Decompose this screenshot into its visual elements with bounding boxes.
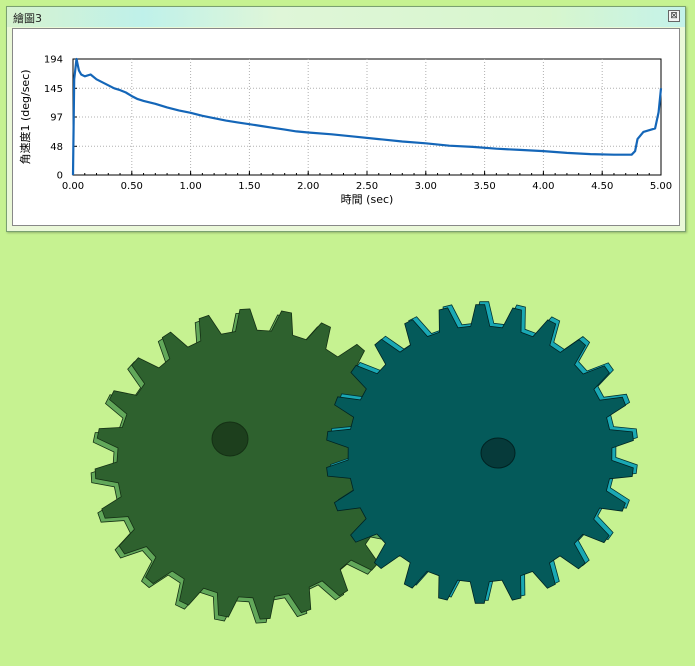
x-tick-label: 1.00 (179, 181, 201, 192)
y-tick-label: 194 (44, 55, 63, 66)
x-tick-label: 3.00 (415, 181, 437, 192)
x-tick-label: 4.50 (591, 181, 613, 192)
x-tick-label: 2.50 (356, 181, 378, 192)
y-axis-label: 角速度1 (deg/sec) (18, 69, 32, 164)
x-axis-label: 時間 (sec) (341, 193, 394, 206)
window-titlebar[interactable]: 繪圖3 ⊠ (7, 7, 685, 27)
x-tick-label: 5.00 (650, 181, 672, 192)
x-tick-label: 4.00 (532, 181, 554, 192)
y-tick-label: 145 (44, 84, 63, 95)
x-tick-label: 0.50 (121, 181, 143, 192)
y-tick-label: 48 (50, 142, 63, 153)
plot-panel: 0.00 0.50 1.00 1.50 2.00 2.50 3.00 3.50 4.00 4.50… (12, 28, 680, 226)
y-tick-label: 0 (57, 171, 63, 182)
gear-scene[interactable] (0, 236, 695, 666)
close-button[interactable]: ⊠ (668, 10, 680, 22)
x-tick-label: 1.50 (238, 181, 260, 192)
close-icon: ⊠ (670, 11, 678, 21)
plot-window: 繪圖3 ⊠ 0.00 0.50 1.00 1.50 2.00 2.50 3.00 3.50 4.… (6, 6, 686, 232)
left-gear-bore (211, 421, 249, 457)
angular-velocity-chart: 0.00 0.50 1.00 1.50 2.00 2.50 3.00 3.50 4.00 4.50… (18, 55, 672, 207)
right-gear-bore (480, 437, 516, 469)
window-title: 繪圖3 (13, 12, 42, 25)
y-tick-label: 97 (50, 113, 63, 124)
x-tick-label: 3.50 (473, 181, 495, 192)
x-tick-label: 0.00 (62, 181, 84, 192)
x-tick-label: 2.00 (297, 181, 319, 192)
